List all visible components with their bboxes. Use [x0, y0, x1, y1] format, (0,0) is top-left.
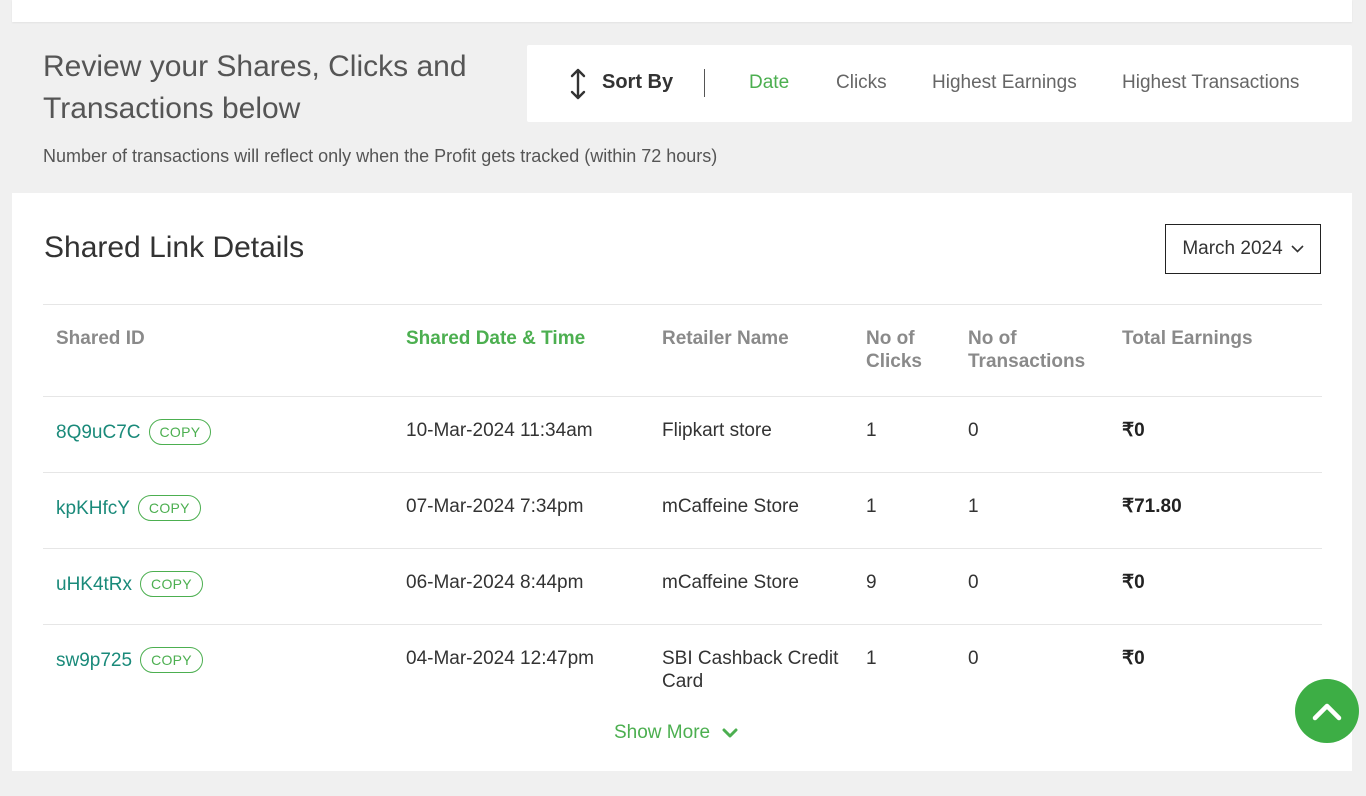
- shared-date-cell: 06-Mar-2024 8:44pm: [406, 572, 584, 593]
- shared-id-link[interactable]: 8Q9uC7C: [56, 421, 141, 444]
- top-card: [12, 0, 1352, 22]
- shared-id-link[interactable]: uHK4tRx: [56, 573, 132, 596]
- table-divider: [43, 304, 1322, 305]
- column-header-earnings[interactable]: Total Earnings: [1122, 327, 1253, 350]
- column-header-shared-date[interactable]: Shared Date & Time: [406, 327, 585, 350]
- sort-by-label: Sort By: [602, 71, 674, 93]
- transactions-cell: 0: [968, 572, 979, 593]
- retailer-cell: mCaffeine Store: [662, 572, 799, 593]
- column-header-shared-id[interactable]: Shared ID: [56, 327, 145, 350]
- table-row: sw9p725 COPY 04-Mar-2024 12:47pm SBI Cas…: [43, 625, 1322, 695]
- copy-button[interactable]: COPY: [140, 571, 203, 597]
- transactions-cell: 0: [968, 420, 979, 441]
- show-more-button[interactable]: Show More: [614, 722, 738, 744]
- sort-option-date[interactable]: Date: [749, 72, 789, 94]
- show-more-label: Show More: [614, 722, 711, 743]
- column-header-clicks[interactable]: No of Clicks: [866, 327, 936, 373]
- earnings-cell: ₹0: [1122, 572, 1145, 593]
- month-select[interactable]: March 2024: [1165, 224, 1321, 274]
- shared-id-cell: kpKHfcY COPY: [56, 495, 201, 521]
- shared-date-cell: 07-Mar-2024 7:34pm: [406, 496, 584, 517]
- sort-option-highest-earnings[interactable]: Highest Earnings: [932, 72, 1077, 94]
- clicks-cell: 1: [866, 648, 877, 669]
- earnings-cell: ₹71.80: [1122, 496, 1182, 517]
- month-select-value: March 2024: [1182, 238, 1283, 259]
- chevron-down-icon: [722, 728, 738, 737]
- table-row: 8Q9uC7C COPY 10-Mar-2024 11:34am Flipkar…: [43, 397, 1322, 473]
- retailer-cell: mCaffeine Store: [662, 496, 799, 517]
- shared-date-cell: 10-Mar-2024 11:34am: [406, 420, 593, 441]
- shared-date-cell: 04-Mar-2024 12:47pm: [406, 648, 594, 669]
- clicks-cell: 9: [866, 572, 877, 593]
- sort-divider: [704, 69, 705, 97]
- review-heading: Review your Shares, Clicks and Transacti…: [43, 50, 467, 125]
- scroll-to-top-button[interactable]: [1295, 679, 1359, 743]
- column-header-retailer[interactable]: Retailer Name: [662, 327, 789, 350]
- retailer-cell: SBI Cashback Credit Card: [662, 648, 839, 692]
- table-row: uHK4tRx COPY 06-Mar-2024 8:44pm mCaffein…: [43, 549, 1322, 625]
- copy-button[interactable]: COPY: [137, 495, 201, 521]
- clicks-cell: 1: [866, 496, 877, 517]
- earnings-cell: ₹0: [1122, 420, 1145, 441]
- copy-button[interactable]: COPY: [140, 647, 203, 673]
- clicks-cell: 1: [866, 420, 877, 441]
- sort-option-clicks[interactable]: Clicks: [836, 72, 887, 94]
- sort-arrows-icon: [570, 68, 586, 100]
- shared-id-cell: uHK4tRx COPY: [56, 571, 203, 597]
- shared-id-cell: 8Q9uC7C COPY: [56, 419, 212, 445]
- chevron-up-icon: [1312, 703, 1342, 721]
- transactions-cell: 1: [968, 496, 979, 517]
- shared-id-link[interactable]: kpKHfcY: [56, 497, 130, 520]
- shared-id-link[interactable]: sw9p725: [56, 649, 132, 672]
- chevron-down-icon: [1291, 245, 1304, 253]
- retailer-cell: Flipkart store: [662, 420, 772, 441]
- column-header-transactions[interactable]: No of Transactions: [968, 327, 1098, 373]
- sort-option-highest-transactions[interactable]: Highest Transactions: [1122, 72, 1299, 94]
- review-note: Number of transactions will reflect only…: [43, 146, 718, 166]
- shared-id-cell: sw9p725 COPY: [56, 647, 203, 673]
- copy-button[interactable]: COPY: [148, 419, 212, 445]
- section-title: Shared Link Details: [44, 231, 305, 264]
- transactions-cell: 0: [968, 648, 979, 669]
- earnings-cell: ₹0: [1122, 648, 1145, 669]
- table-row: kpKHfcY COPY 07-Mar-2024 7:34pm mCaffein…: [43, 473, 1322, 549]
